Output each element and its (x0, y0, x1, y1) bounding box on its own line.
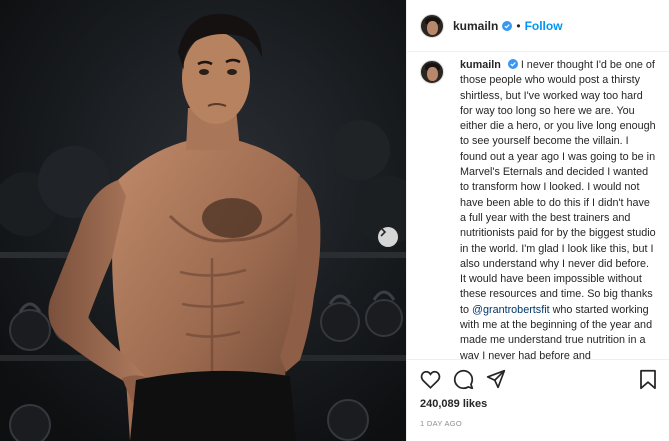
instagram-post: kumailn • Follow kumailn I never thought… (0, 0, 669, 441)
share-button[interactable] (486, 369, 506, 389)
chevron-right-icon (380, 227, 387, 237)
caption-comment: kumailn I never thought I'd be one of th… (420, 58, 657, 359)
comment-button[interactable] (453, 369, 474, 390)
action-icons (420, 368, 657, 390)
caption-text: kumailn I never thought I'd be one of th… (460, 58, 657, 359)
separator-dot: • (516, 18, 521, 33)
like-button[interactable] (420, 370, 441, 389)
post-actions: 240,089 likes 1 DAY AGO (407, 359, 669, 441)
bookmark-icon (640, 369, 656, 389)
post-timestamp[interactable]: 1 DAY AGO (420, 419, 657, 428)
mention-link[interactable]: @grantrobertsfit (472, 304, 550, 316)
header-username[interactable]: kumailn (453, 19, 498, 33)
caption-avatar[interactable] (420, 60, 444, 84)
caption-area: kumailn I never thought I'd be one of th… (407, 52, 669, 359)
shirtless-man-photo (0, 0, 406, 441)
avatar[interactable] (420, 13, 444, 38)
verified-badge-icon (507, 59, 518, 69)
save-button[interactable] (639, 369, 657, 390)
next-photo-button[interactable] (378, 227, 398, 247)
heart-icon (420, 370, 441, 389)
comment-bubble-icon (453, 369, 474, 389)
follow-button[interactable]: Follow (525, 19, 563, 33)
like-count[interactable]: 240,089 likes (420, 398, 657, 410)
post-photo[interactable] (0, 0, 406, 441)
caption-body: I never thought I'd be one of those peop… (460, 59, 656, 316)
paper-plane-icon (486, 369, 506, 389)
caption-username[interactable]: kumailn (460, 59, 501, 71)
verified-badge-icon (502, 20, 513, 31)
post-sidebar: kumailn • Follow kumailn I never thought… (406, 0, 669, 441)
post-header: kumailn • Follow (407, 0, 669, 52)
